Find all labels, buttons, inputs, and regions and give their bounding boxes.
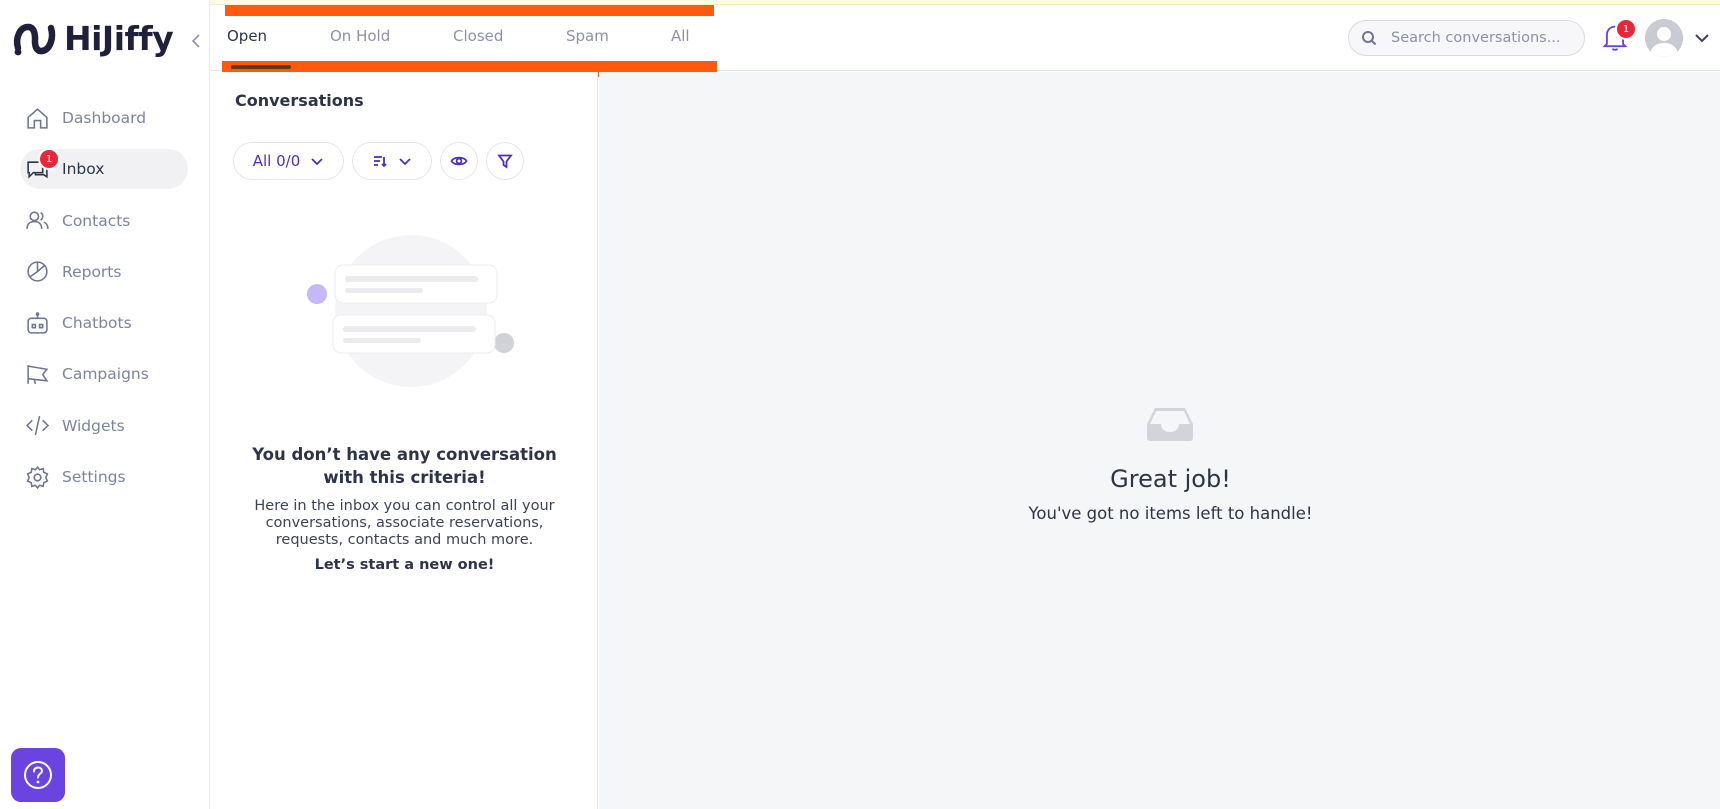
notifications-badge: 1 [1615, 18, 1637, 40]
active-tab-indicator [231, 65, 291, 69]
empty-state-title: You don’t have any conversation with thi… [252, 445, 557, 487]
eye-icon [450, 156, 468, 166]
chevron-down-icon [1695, 34, 1709, 43]
funnel-icon [497, 154, 513, 169]
sidebar-item-settings[interactable]: Settings [20, 457, 188, 497]
conversations-panel: Conversations All 0/0 You don’t have any… [211, 72, 598, 809]
filter-button[interactable] [486, 142, 524, 180]
conversation-status-tabs: Open On Hold Closed Spam All [227, 27, 711, 45]
sidebar-item-label: Chatbots [62, 314, 132, 333]
top-bar: Open On Hold Closed Spam All 1 [211, 5, 1720, 77]
filter-all-dropdown[interactable]: All 0/0 [233, 142, 344, 180]
sidebar-item-label: Dashboard [62, 109, 147, 127]
sidebar-item-campaigns[interactable]: Campaigns [20, 354, 188, 394]
sidebar: HiJiffy Dashboard 1 Inbox Contacts Repor… [0, 0, 210, 809]
sidebar-item-reports[interactable]: Reports [20, 252, 188, 292]
chevron-down-icon [311, 158, 323, 166]
question-circle-icon [24, 761, 52, 789]
user-avatar-icon [1645, 19, 1683, 57]
chevron-left-icon [191, 34, 200, 48]
filter-all-label: All 0/0 [252, 152, 301, 170]
robot-icon [24, 310, 50, 336]
gear-icon [24, 464, 50, 490]
search-box[interactable] [1348, 20, 1585, 56]
inbox-badge: 1 [38, 148, 60, 171]
sort-dropdown[interactable] [352, 142, 432, 180]
brand-name: HiJiffy [64, 18, 174, 58]
empty-state-cta: Let’s start a new one! [314, 557, 495, 573]
inbox-tray-icon [1147, 408, 1193, 441]
empty-conversations-illustration [307, 235, 514, 387]
sidebar-item-label: Inbox [62, 160, 105, 179]
hijiffy-logo-icon [13, 23, 56, 56]
chevron-down-icon [399, 158, 411, 166]
help-button[interactable] [11, 748, 65, 802]
avatar[interactable] [1645, 19, 1683, 57]
home-icon [24, 105, 50, 131]
tab-on-hold[interactable]: On Hold [330, 27, 453, 45]
sidebar-nav: Dashboard 1 Inbox Contacts Reports Chatb… [20, 98, 188, 508]
panel-title: Conversations [235, 91, 364, 110]
sidebar-item-label: Contacts [62, 211, 131, 230]
visibility-toggle-button[interactable] [440, 142, 478, 180]
sidebar-item-label: Reports [62, 262, 122, 281]
sidebar-item-label: Campaigns [62, 365, 149, 384]
tab-all[interactable]: All [671, 27, 711, 45]
main-empty-title: Great job! [1110, 465, 1231, 493]
sidebar-item-label: Settings [62, 468, 126, 487]
sidebar-item-inbox[interactable]: 1 Inbox [20, 148, 188, 190]
tab-closed[interactable]: Closed [453, 27, 566, 45]
code-icon [24, 413, 50, 439]
sidebar-item-label: Widgets [62, 416, 125, 435]
brand-logo[interactable]: HiJiffy [12, 18, 174, 58]
account-menu-toggle[interactable] [1693, 29, 1713, 49]
tab-highlight-top [225, 5, 714, 16]
sidebar-item-contacts[interactable]: Contacts [20, 201, 188, 241]
sidebar-item-widgets[interactable]: Widgets [20, 406, 188, 446]
megaphone-icon [24, 361, 50, 387]
main-empty-subtitle: You've got no items left to handle! [1028, 504, 1313, 523]
conversation-detail-area: Great job! You've got no items left to h… [599, 72, 1720, 809]
search-input[interactable] [1391, 30, 1571, 46]
filter-toolbar: All 0/0 [233, 142, 524, 180]
collapse-sidebar-button[interactable] [188, 30, 204, 52]
sidebar-item-dashboard[interactable]: Dashboard [20, 98, 188, 138]
pie-chart-icon [24, 259, 50, 285]
empty-state-description: Here in the inbox you can control all yo… [254, 498, 555, 548]
tab-open[interactable]: Open [227, 27, 330, 45]
tab-spam[interactable]: Spam [566, 27, 671, 45]
sort-icon [374, 156, 387, 168]
search-icon [1362, 31, 1377, 46]
sidebar-item-chatbots[interactable]: Chatbots [20, 303, 188, 343]
users-icon [24, 208, 50, 234]
